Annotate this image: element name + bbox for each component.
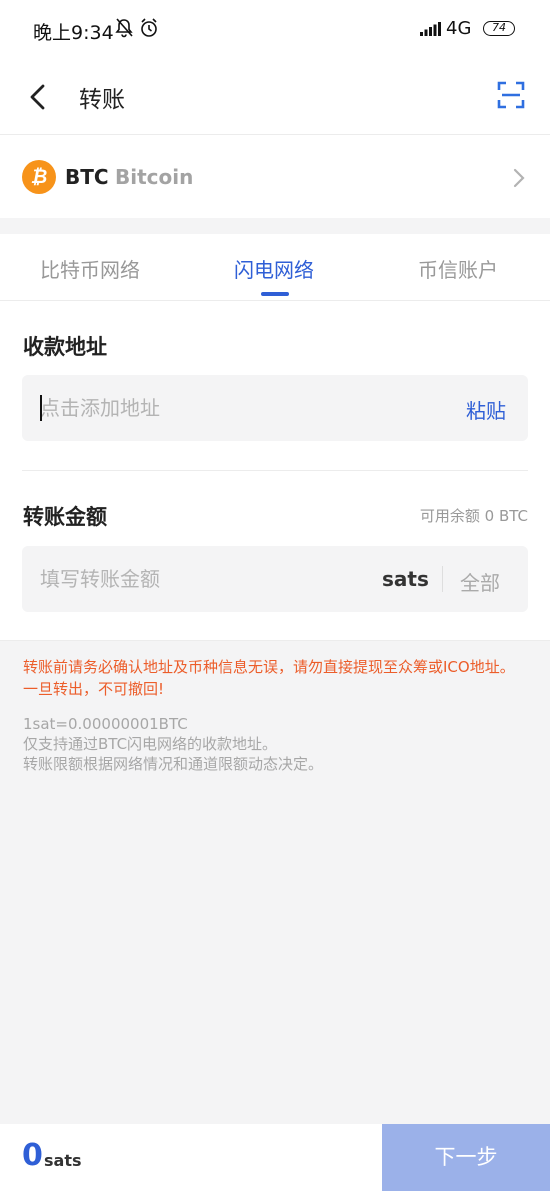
tab-lightning-network[interactable]: 闪电网络 xyxy=(234,254,314,283)
section-gap xyxy=(0,218,550,234)
field-separator xyxy=(442,566,443,592)
network-type: 4G xyxy=(446,18,472,39)
coin-name: Bitcoin xyxy=(115,165,194,189)
bitcoin-icon: ₿ xyxy=(22,160,56,194)
alarm-icon xyxy=(141,18,157,37)
amount-field: sats 全部 xyxy=(22,546,528,612)
coin-selector[interactable]: ₿ BTC Bitcoin xyxy=(0,140,550,216)
text-cursor xyxy=(40,395,42,421)
network-tabs: 比特币网络 闪电网络 币信账户 xyxy=(0,234,550,300)
risk-warning: 转账前请务必确认地址及币种信息无误，请勿直接提现至众筹或ICO地址。一旦转出，不… xyxy=(23,658,515,698)
all-amount-button[interactable]: 全部 xyxy=(460,567,500,596)
back-arrow-icon[interactable] xyxy=(25,80,51,114)
paste-button[interactable]: 粘贴 xyxy=(466,395,506,424)
total-amount-unit: sats xyxy=(44,1151,82,1170)
scan-icon[interactable] xyxy=(497,81,525,109)
battery-icon: 74 xyxy=(483,21,515,36)
battery-level: 74 xyxy=(492,21,506,34)
tabs-divider xyxy=(0,300,550,301)
next-step-button[interactable]: 下一步 xyxy=(382,1124,550,1191)
note-address-support: 仅支持通过BTC闪电网络的收款地址。 xyxy=(23,735,278,753)
note-sat-rate: 1sat=0.00000001BTC xyxy=(23,715,188,733)
chevron-right-icon xyxy=(513,168,525,188)
amount-unit: sats xyxy=(382,567,429,591)
address-field: 粘贴 xyxy=(22,375,528,441)
bell-off-icon xyxy=(115,18,133,38)
app-header: 转账 xyxy=(0,60,550,134)
tab-bitcoin-network[interactable]: 比特币网络 xyxy=(40,254,140,283)
amount-label: 转账金额 xyxy=(23,505,107,529)
status-time: 晚上9:34 xyxy=(33,22,114,44)
address-label: 收款地址 xyxy=(23,335,107,359)
form-bottom-edge xyxy=(0,640,550,641)
active-tab-indicator xyxy=(261,292,289,296)
header-divider xyxy=(0,134,550,135)
signal-icon xyxy=(420,22,441,36)
amount-input[interactable] xyxy=(40,546,370,612)
status-bar: 晚上9:34 4G 74 xyxy=(0,0,550,60)
page-title: 转账 xyxy=(79,87,125,113)
total-amount-value: 0 xyxy=(22,1138,43,1173)
tab-bixin-account[interactable]: 币信账户 xyxy=(418,254,498,283)
address-input[interactable] xyxy=(40,375,450,441)
bottom-bar: 0 sats 下一步 xyxy=(0,1124,550,1191)
address-divider xyxy=(22,470,528,471)
note-limit: 转账限额根据网络情况和通道限额动态决定。 xyxy=(23,755,324,773)
coin-symbol: BTC xyxy=(65,165,109,189)
available-balance: 可用余额 0 BTC xyxy=(419,507,528,525)
